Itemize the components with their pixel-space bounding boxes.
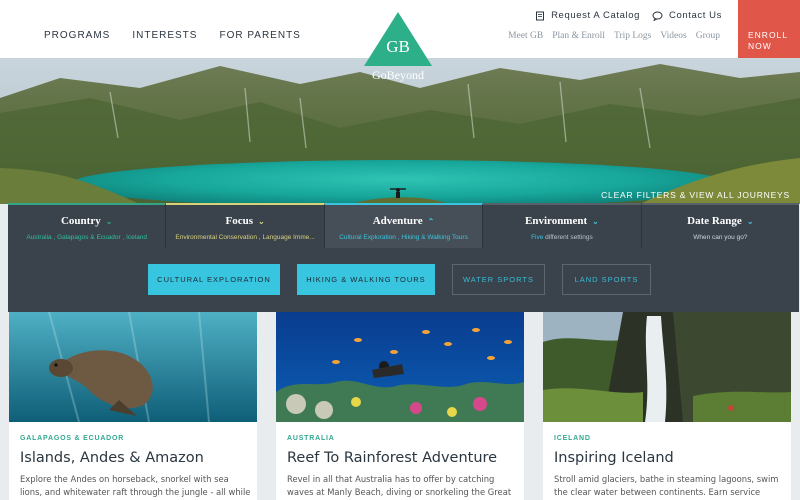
request-catalog-label: Request A Catalog <box>551 10 640 21</box>
sea-lion-photo <box>9 312 257 422</box>
card-description: Stroll amid glaciers, bathe in steaming … <box>554 474 779 497</box>
option-land-sports[interactable]: LAND SPORTS <box>562 264 651 295</box>
filter-environment-summary: Five different settings <box>483 234 640 241</box>
nav-group[interactable]: Group <box>696 31 720 41</box>
waterfall-photo <box>543 312 791 422</box>
nav-videos[interactable]: Videos <box>660 31 686 41</box>
nav-plan-enroll[interactable]: Plan & Enroll <box>552 31 605 41</box>
enroll-label-line2: NOW <box>748 41 772 51</box>
contact-us-link[interactable]: Contact Us <box>652 10 722 21</box>
clear-filters-link[interactable]: CLEAR FILTERS & VIEW ALL JOURNEYS <box>601 190 790 200</box>
main-nav: PROGRAMS INTERESTS FOR PARENTS <box>44 30 301 41</box>
enroll-label-line1: ENROLL <box>748 30 789 40</box>
filter-adventure-label: Adventure <box>372 215 423 227</box>
filter-tab-country[interactable]: Country ⌄ Australia , Galapagos & Ecuador… <box>8 203 167 248</box>
logo-mark: GB <box>386 37 410 56</box>
card-title[interactable]: Inspiring Iceland <box>554 450 674 466</box>
gobeyond-logo[interactable]: GB GoBeyond <box>362 12 434 88</box>
request-catalog-link[interactable]: Request A Catalog <box>535 10 640 21</box>
catalog-icon <box>536 11 545 20</box>
contact-us-label: Contact Us <box>669 10 722 21</box>
option-hiking-walking-tours[interactable]: HIKING & WALKING TOURS <box>297 264 435 295</box>
chevron-down-icon: ⌄ <box>746 217 754 226</box>
logo-text: GoBeyond <box>372 68 424 82</box>
chevron-down-icon: ⌄ <box>258 217 265 226</box>
filter-bar: Country ⌄ Australia , Galapagos & Ecuador… <box>8 203 800 248</box>
option-cultural-exploration[interactable]: CULTURAL EXPLORATION <box>148 264 280 295</box>
filter-focus-summary: Environmental Conservation , Language Im… <box>175 234 315 241</box>
enroll-now-button[interactable]: ENROLL NOW <box>738 0 800 62</box>
card-title[interactable]: Islands, Andes & Amazon <box>20 450 204 466</box>
journey-card[interactable]: GALAPAGOS & ECUADOR Islands, Andes & Ama… <box>9 312 257 500</box>
nav-meet-gb[interactable]: Meet GB <box>508 31 543 41</box>
filter-tab-adventure[interactable]: Adventure ⌃ Cultural Exploration , Hiking… <box>324 203 484 248</box>
filter-country-summary: Australia , Galapagos & Ecuador , Icelan… <box>26 234 148 241</box>
card-title[interactable]: Reef To Rainforest Adventure <box>287 450 497 466</box>
filter-adventure-summary: Cultural Exploration , Hiking & Walking … <box>339 234 468 241</box>
journey-card[interactable]: AUSTRALIA Reef To Rainforest Adventure R… <box>276 312 524 500</box>
card-description: Explore the Andes on horseback, snorkel … <box>20 474 251 497</box>
card-description: Revel in all that Australia has to offer… <box>287 474 512 497</box>
utility-nav: Request A Catalog Contact Us <box>535 10 722 21</box>
filter-tab-environment[interactable]: Environment ⌄ Five different settings <box>483 203 642 248</box>
nav-interests[interactable]: INTERESTS <box>132 30 197 41</box>
filter-focus-label: Focus <box>225 215 254 227</box>
card-country: ICELAND <box>554 435 591 442</box>
nav-trip-logs[interactable]: Trip Logs <box>614 31 651 41</box>
card-country: AUSTRALIA <box>287 435 335 442</box>
filter-tab-focus[interactable]: Focus ⌄ Environmental Conservation , Lang… <box>166 203 325 248</box>
filter-country-label: Country <box>60 215 101 227</box>
filter-tab-date-range[interactable]: Date Range ⌄ When can you go? <box>641 203 800 248</box>
journey-card[interactable]: ICELAND Inspiring Iceland Stroll amid gl… <box>543 312 791 500</box>
adventure-options-panel: CULTURAL EXPLORATION HIKING & WALKING TO… <box>8 248 799 312</box>
logo-triangle-icon: GB <box>364 12 432 66</box>
coral-reef-photo <box>276 312 524 422</box>
card-country: GALAPAGOS & ECUADOR <box>20 435 125 442</box>
environment-count: Five <box>531 234 544 241</box>
filter-environment-label: Environment <box>525 215 588 227</box>
chat-icon <box>652 11 663 21</box>
chevron-up-icon: ⌃ <box>427 217 435 226</box>
filter-date-summary: When can you go? <box>693 234 748 241</box>
secondary-nav: Meet GB Plan & Enroll Trip Logs Videos G… <box>508 31 720 41</box>
nav-for-parents[interactable]: FOR PARENTS <box>219 30 300 41</box>
nav-programs[interactable]: PROGRAMS <box>44 30 110 41</box>
chevron-down-icon: ⌄ <box>105 217 113 226</box>
environment-sub: different settings <box>543 234 593 241</box>
filter-date-label: Date Range <box>687 215 742 227</box>
option-water-sports[interactable]: WATER SPORTS <box>452 264 545 295</box>
chevron-down-icon: ⌄ <box>592 217 599 226</box>
